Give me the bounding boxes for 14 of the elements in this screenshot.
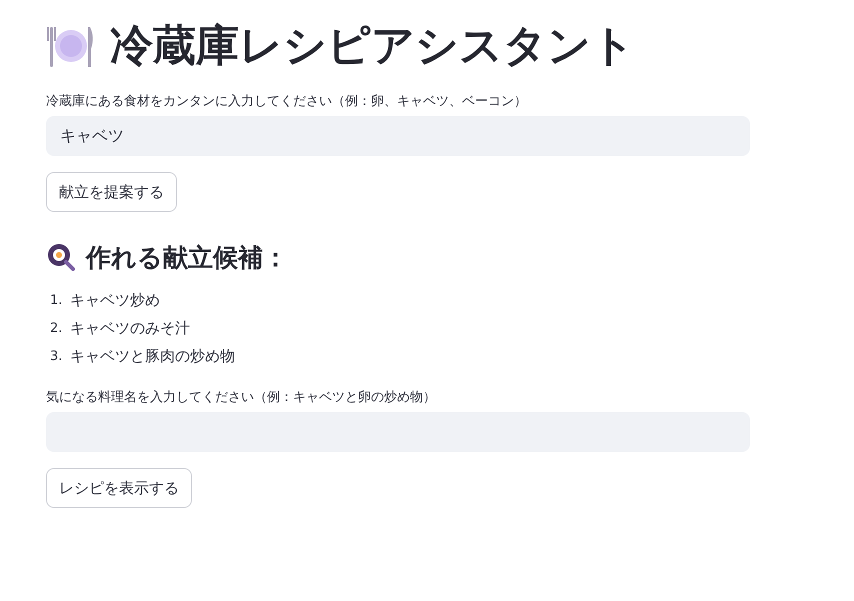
list-number: 3. (50, 348, 62, 364)
field-label: 冷蔵庫にある食材をカンタンに入力してください（例：卵、キャベツ、ベーコン） (46, 93, 528, 110)
page-title: 冷蔵庫レシピアシスタント (110, 20, 635, 73)
suggest-button[interactable]: 献立を提案する (46, 172, 177, 212)
field-label: 気になる料理名を入力してください（例：キャベツと卵の炒め物） (46, 389, 437, 406)
frying-pan-icon (46, 242, 76, 272)
dish-name: キャベツと豚肉の炒め物 (70, 346, 235, 366)
recipe-button[interactable]: レシピを表示する (46, 468, 192, 508)
dish-name: キャベツ炒め (70, 290, 160, 310)
section-heading: 作れる献立候補： (86, 242, 288, 274)
dish-name: キャベツのみそ汁 (70, 318, 190, 338)
list-number: 1. (50, 292, 62, 308)
ingredients-field[interactable]: キャベツ (46, 116, 750, 156)
list-number: 2. (50, 320, 62, 336)
